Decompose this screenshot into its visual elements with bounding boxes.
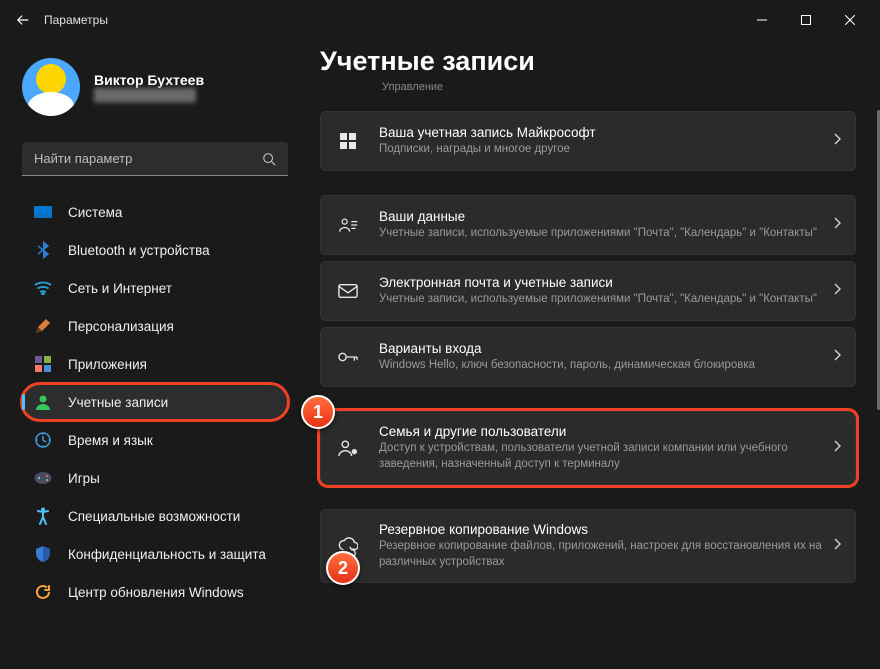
personalization-icon [34,317,52,335]
card-title: Семья и другие пользователи [379,424,823,439]
card-title: Резервное копирование Windows [379,522,823,537]
annotation-marker-2: 2 [326,551,360,585]
avatar [22,58,80,116]
card-desc: Резервное копирование файлов, приложений… [379,539,823,570]
sidebar-item-label: Персонализация [68,319,174,334]
your-info-icon [331,208,365,242]
page-title: Учетные записи [320,46,856,77]
sidebar-item-label: Конфиденциальность и защита [68,547,266,562]
card-family[interactable]: Семья и другие пользователи Доступ к устр… [320,411,856,485]
sidebar-item-bluetooth[interactable]: Bluetooth и устройства [22,232,288,268]
update-icon [34,583,52,601]
bluetooth-icon [34,241,52,259]
chevron-right-icon [833,282,841,300]
sidebar-item-network[interactable]: Сеть и Интернет [22,270,288,306]
card-desc: Учетные записи, используемые приложениям… [379,226,823,242]
sidebar-item-system[interactable]: Система [22,194,288,230]
profile[interactable]: Виктор Бухтеев ████████████ [22,52,288,142]
search-input[interactable] [22,142,288,176]
sidebar-item-label: Система [68,205,122,220]
maximize-button[interactable] [784,0,828,40]
chevron-right-icon [833,537,841,555]
sidebar-item-gaming[interactable]: Игры [22,460,288,496]
gaming-icon [34,469,52,487]
accessibility-icon [34,507,52,525]
sidebar-item-privacy[interactable]: Конфиденциальность и защита [22,536,288,572]
card-ms-account[interactable]: Ваша учетная запись Майкрософт Подписки, … [320,111,856,171]
sidebar-item-time[interactable]: Время и язык [22,422,288,458]
chevron-right-icon [833,439,841,457]
close-button[interactable] [828,0,872,40]
sidebar: Виктор Бухтеев ████████████ Система Bluet… [0,40,300,669]
search [22,142,288,176]
chevron-right-icon [833,348,841,366]
card-your-info[interactable]: Ваши данные Учетные записи, используемые … [320,195,856,255]
network-icon [34,279,52,297]
cards-list: Ваша учетная запись Майкрософт Подписки, … [320,111,856,583]
signin-icon [331,340,365,374]
sidebar-item-label: Учетные записи [68,395,168,410]
chevron-right-icon [833,132,841,150]
window-title: Параметры [44,13,108,27]
scrollbar[interactable] [874,110,880,669]
sidebar-item-label: Приложения [68,357,147,372]
minimize-button[interactable] [740,0,784,40]
card-email[interactable]: Электронная почта и учетные записи Учетны… [320,261,856,321]
profile-name: Виктор Бухтеев [94,72,204,88]
card-title: Ваша учетная запись Майкрософт [379,125,823,140]
sidebar-item-label: Сеть и Интернет [68,281,172,296]
sidebar-item-label: Bluetooth и устройства [68,243,210,258]
privacy-icon [34,545,52,563]
card-title: Ваши данные [379,209,823,224]
sidebar-item-accessibility[interactable]: Специальные возможности [22,498,288,534]
back-button[interactable] [16,13,30,27]
sidebar-item-label: Центр обновления Windows [68,585,244,600]
chevron-right-icon [833,216,841,234]
card-desc: Подписки, награды и многое другое [379,142,823,158]
email-icon [331,274,365,308]
sidebar-item-update[interactable]: Центр обновления Windows [22,574,288,610]
accounts-icon [34,393,52,411]
nav: Система Bluetooth и устройства Сеть и Инте… [22,194,288,610]
breadcrumb: Управление [382,81,856,93]
card-signin[interactable]: Варианты входа Windows Hello, ключ безопа… [320,327,856,387]
annotation-marker-1: 1 [301,395,335,429]
system-icon [34,203,52,221]
card-desc: Доступ к устройствам, пользователи учетн… [379,441,823,472]
card-title: Электронная почта и учетные записи [379,275,823,290]
apps-icon [34,355,52,373]
ms-account-icon [331,124,365,158]
profile-email: ████████████ [94,88,204,102]
main: Учетные записи Управление Ваша учетная з… [300,40,880,669]
sidebar-item-apps[interactable]: Приложения [22,346,288,382]
sidebar-item-label: Игры [68,471,100,486]
family-icon [331,431,365,465]
titlebar: Параметры [0,0,880,40]
card-backup[interactable]: Резервное копирование Windows Резервное к… [320,509,856,583]
sidebar-item-label: Специальные возможности [68,509,240,524]
card-title: Варианты входа [379,341,823,356]
card-desc: Учетные записи, используемые приложениям… [379,292,823,308]
card-desc: Windows Hello, ключ безопасности, пароль… [379,358,823,374]
sidebar-item-accounts[interactable]: Учетные записи [22,384,288,420]
sidebar-item-personalization[interactable]: Персонализация [22,308,288,344]
time-icon [34,431,52,449]
sidebar-item-label: Время и язык [68,433,153,448]
